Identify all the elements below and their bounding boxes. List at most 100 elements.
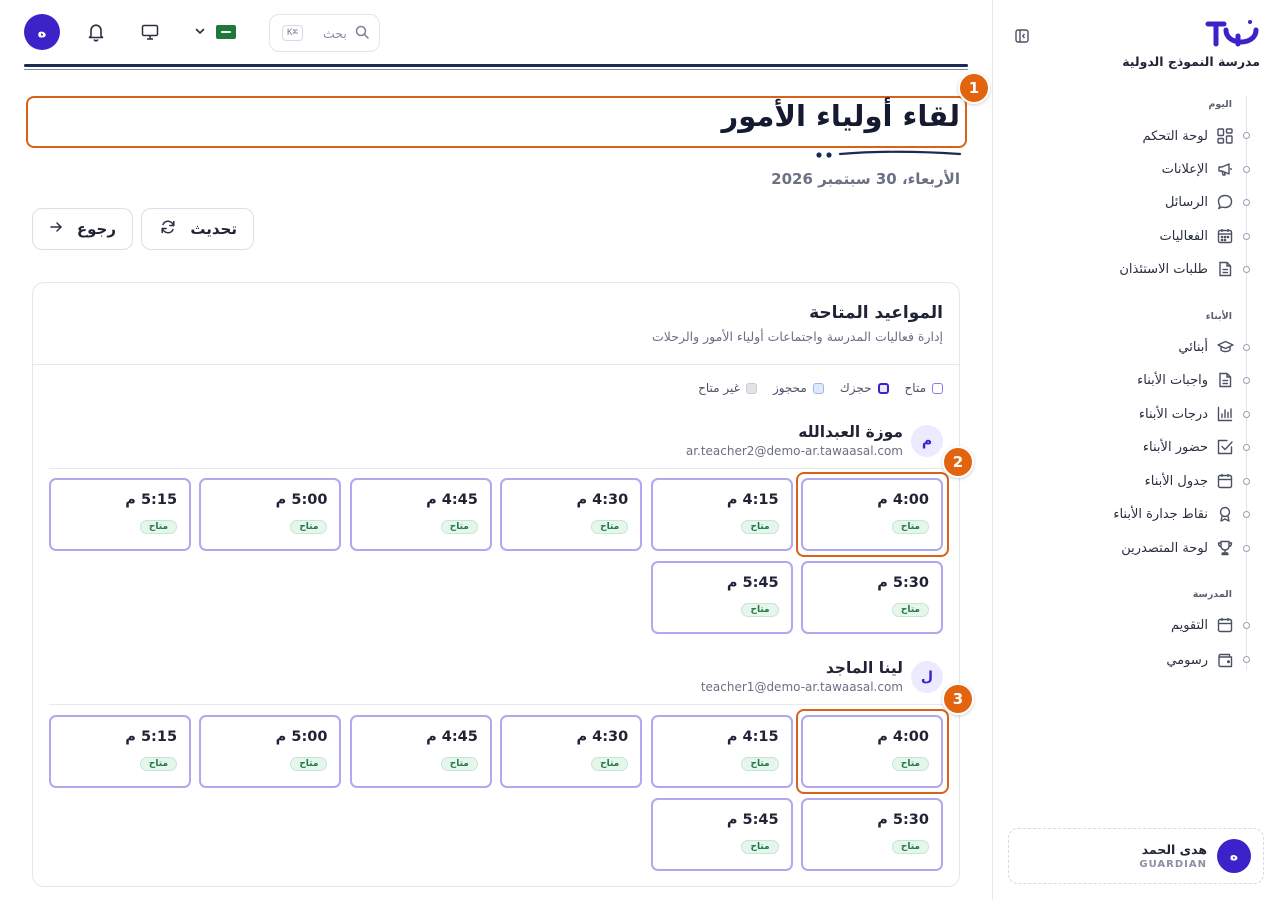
slot-time: 5:45 م bbox=[726, 575, 779, 591]
time-slot[interactable]: 5:00 م متاح bbox=[199, 478, 342, 551]
status-badge: متاح bbox=[290, 757, 328, 771]
nav-item-schedule[interactable]: جدول الأبناء bbox=[1145, 468, 1234, 494]
nav-label: واجبات الأبناء bbox=[1137, 372, 1208, 388]
status-badge: متاح bbox=[741, 603, 779, 617]
card-title: المواعيد المتاحة bbox=[809, 303, 943, 323]
status-badge: متاح bbox=[591, 757, 629, 771]
nav-item-leaderboard[interactable]: لوحة المتصدرين bbox=[1121, 535, 1234, 561]
avatar[interactable]: ه bbox=[24, 14, 60, 50]
sidebar: مدرسة النموذج الدولية اليوم لوحة التحكم … bbox=[992, 0, 1280, 900]
nav-item-my-children[interactable]: أبنائي bbox=[1178, 334, 1234, 360]
section-label-today: اليوم bbox=[1208, 99, 1232, 110]
search-box[interactable]: K⌘ bbox=[269, 14, 380, 52]
time-slot[interactable]: 5:30 م متاح bbox=[801, 561, 943, 634]
nav-label: لوحة المتصدرين bbox=[1121, 540, 1208, 556]
time-slot[interactable]: 5:00 م متاح bbox=[199, 715, 342, 788]
time-slot[interactable]: 5:15 م متاح bbox=[49, 478, 192, 551]
time-slot[interactable]: 4:45 م متاح bbox=[349, 478, 492, 551]
teacher-name: لينا الماجد bbox=[825, 659, 903, 677]
nav-label: رسومي bbox=[1166, 652, 1208, 668]
bell-icon[interactable] bbox=[86, 22, 106, 42]
slot-time: 5:30 م bbox=[877, 575, 929, 591]
slot-time: 4:15 م bbox=[726, 492, 779, 508]
document-icon bbox=[1216, 371, 1234, 389]
trophy-icon bbox=[1216, 539, 1234, 557]
nav-item-attendance[interactable]: حضور الأبناء bbox=[1143, 434, 1234, 460]
time-slot[interactable]: 4:30 م متاح bbox=[500, 715, 643, 788]
nav-dot bbox=[1243, 511, 1250, 518]
section-label-school: المدرسة bbox=[1192, 589, 1232, 600]
sidebar-collapse-icon[interactable] bbox=[1013, 27, 1031, 45]
nav-item-messages[interactable]: الرسائل bbox=[1165, 189, 1234, 215]
time-slot[interactable]: 4:15 م متاح bbox=[650, 478, 793, 551]
nav-item-calendar[interactable]: التقويم bbox=[1171, 612, 1234, 638]
header-divider bbox=[24, 64, 968, 67]
avatar: ه bbox=[1217, 839, 1251, 873]
nav-label: نقاط جدارة الأبناء bbox=[1113, 506, 1208, 522]
highlight-box-slot bbox=[796, 709, 949, 794]
nav-label: الإعلانات bbox=[1161, 161, 1208, 177]
nav-dot bbox=[1243, 411, 1250, 418]
nav-dot bbox=[1243, 545, 1250, 552]
nav-dot bbox=[1243, 478, 1250, 485]
status-badge: متاح bbox=[891, 840, 929, 854]
time-slot[interactable]: 4:45 م متاح bbox=[349, 715, 492, 788]
nav-label: جدول الأبناء bbox=[1144, 473, 1208, 489]
section-label-children: الأبناء bbox=[1205, 311, 1232, 322]
slot-time: 4:30 م bbox=[576, 729, 629, 745]
nav-item-homework[interactable]: واجبات الأبناء bbox=[1137, 367, 1234, 393]
slot-time: 5:00 م bbox=[275, 729, 328, 745]
user-profile-card[interactable]: ه هدى الحمد GUARDIAN bbox=[1008, 828, 1264, 884]
nav-label: أبنائي bbox=[1178, 339, 1208, 355]
status-badge: متاح bbox=[139, 520, 178, 534]
highlight-box-slot bbox=[796, 472, 949, 557]
teacher-email: teacher1@demo-ar.tawaasal.com bbox=[700, 680, 903, 694]
slot-legend: متاح حجزك محجوز غير متاح bbox=[698, 381, 943, 395]
back-button[interactable]: رجوع bbox=[32, 208, 133, 250]
teacher-name: موزة العبدالله bbox=[798, 423, 903, 441]
nav-item-grades[interactable]: درجات الأبناء bbox=[1139, 401, 1234, 427]
slot-time: 4:30 م bbox=[576, 492, 629, 508]
teacher-header: ل لينا الماجد teacher1@demo-ar.tawaasal.… bbox=[701, 659, 943, 694]
document-icon bbox=[1216, 260, 1234, 278]
nav-item-events[interactable]: الفعاليات bbox=[1160, 223, 1234, 249]
language-switcher[interactable] bbox=[194, 22, 236, 41]
monitor-icon[interactable] bbox=[140, 22, 160, 42]
top-bar: ه K⌘ bbox=[24, 14, 968, 54]
nav-label: التقويم bbox=[1170, 617, 1208, 633]
refresh-button[interactable]: تحديث bbox=[141, 208, 254, 250]
teacher-header: م موزة العبدالله ar.teacher2@demo-ar.taw… bbox=[686, 423, 943, 458]
search-input[interactable] bbox=[310, 25, 347, 41]
callout-badge-1: 1 bbox=[958, 72, 990, 104]
status-badge: متاح bbox=[440, 757, 478, 771]
time-slot[interactable]: 5:45 م متاح bbox=[650, 798, 793, 871]
calendar-grid-icon bbox=[1216, 227, 1234, 245]
legend-item-unavailable: غير متاح bbox=[698, 381, 757, 395]
time-slot[interactable]: 4:30 م متاح bbox=[500, 478, 643, 551]
teacher-email: ar.teacher2@demo-ar.tawaasal.com bbox=[685, 444, 903, 458]
nav-item-merit-points[interactable]: نقاط جدارة الأبناء bbox=[1113, 501, 1234, 527]
nav-dot bbox=[1243, 344, 1250, 351]
avatar: ل bbox=[911, 660, 943, 693]
slot-time: 4:15 م bbox=[726, 729, 779, 745]
slot-time: 5:30 م bbox=[877, 812, 929, 828]
legend-swatch bbox=[745, 382, 757, 394]
nav-item-leave-requests[interactable]: طلبات الاستئذان bbox=[1119, 256, 1234, 282]
time-slot[interactable]: 5:45 م متاح bbox=[650, 561, 793, 634]
nav-item-my-fees[interactable]: رسومي bbox=[1166, 647, 1234, 673]
chevron-down-icon bbox=[194, 22, 206, 41]
status-badge: متاح bbox=[891, 603, 929, 617]
slot-time: 5:15 م bbox=[125, 729, 178, 745]
time-slot[interactable]: 4:15 م متاح bbox=[650, 715, 793, 788]
status-badge: متاح bbox=[440, 520, 478, 534]
time-slot[interactable]: 5:15 م متاح bbox=[49, 715, 192, 788]
status-badge: متاح bbox=[741, 520, 779, 534]
nav-dot bbox=[1243, 377, 1250, 384]
nav-item-dashboard[interactable]: لوحة التحكم bbox=[1142, 123, 1234, 149]
event-date: الأربعاء، 30 سبتمبر 2026 bbox=[771, 170, 960, 188]
callout-badge-2: 2 bbox=[942, 446, 974, 478]
nav-label: حضور الأبناء bbox=[1142, 439, 1208, 455]
check-square-icon bbox=[1216, 438, 1234, 456]
time-slot[interactable]: 5:30 م متاح bbox=[801, 798, 943, 871]
nav-item-announcements[interactable]: الإعلانات bbox=[1162, 156, 1234, 182]
